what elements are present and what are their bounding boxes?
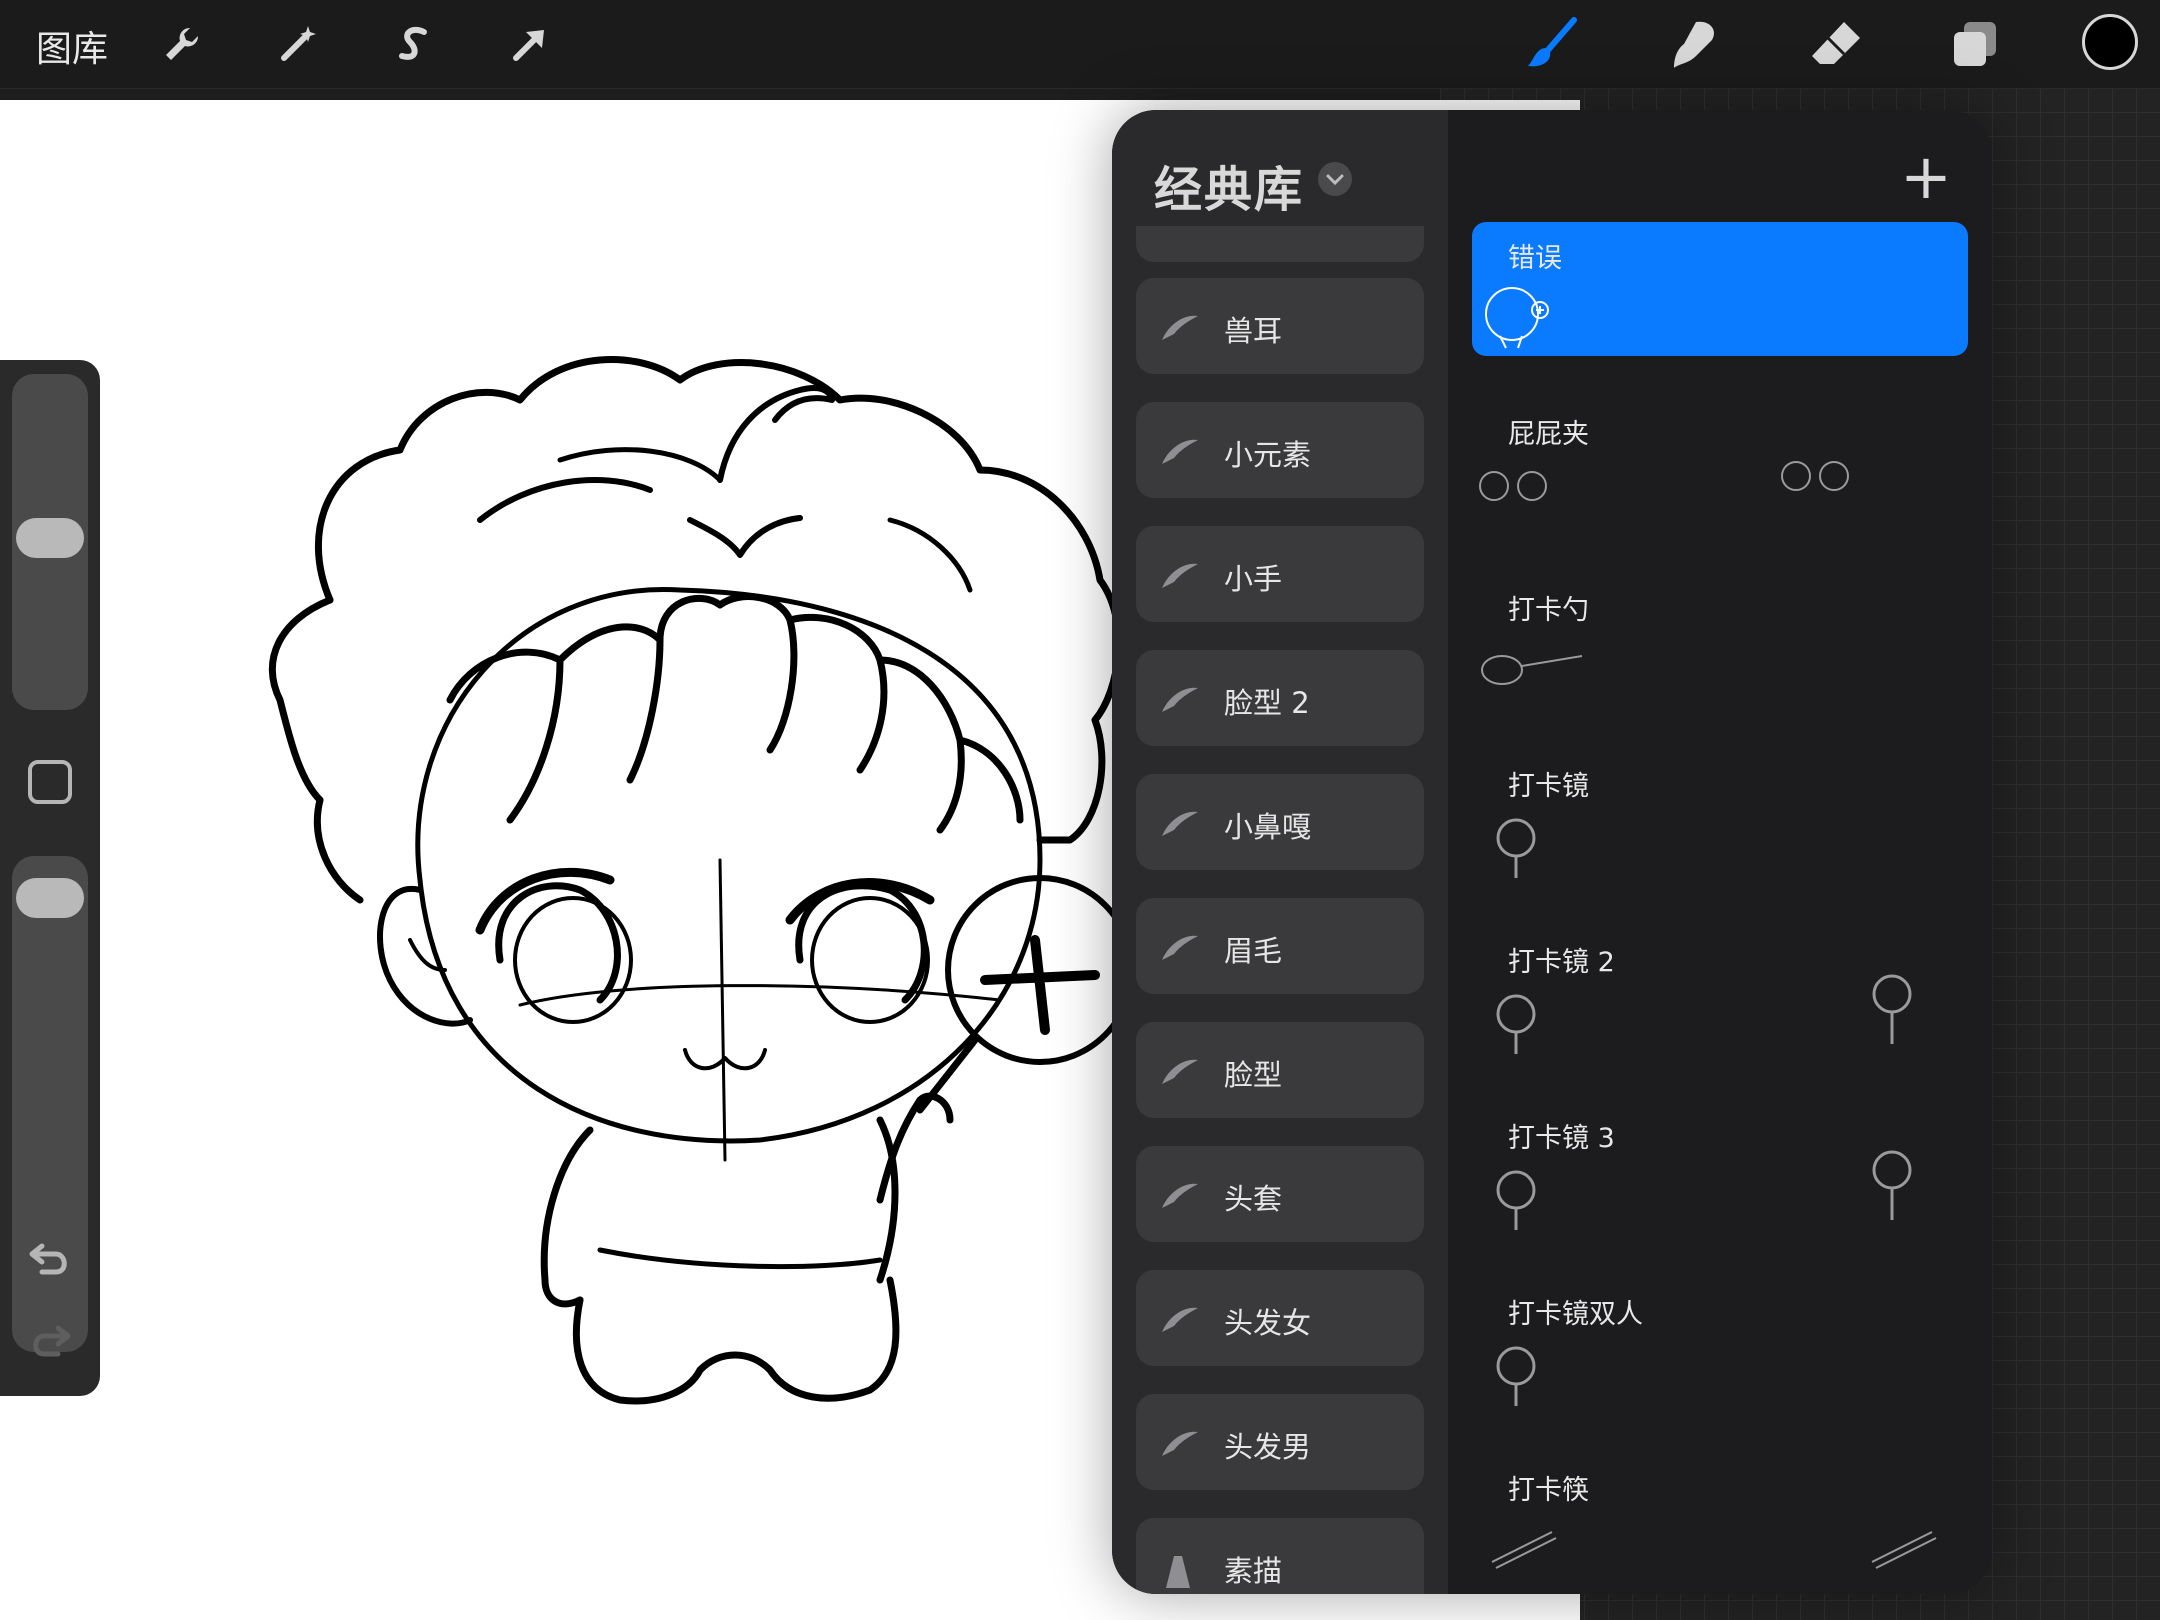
feather-icon — [1160, 932, 1200, 966]
brush-item[interactable]: 打卡筷 — [1472, 1454, 1968, 1588]
brush-stroke-preview — [1472, 622, 1968, 702]
arrow-cursor-icon[interactable] — [500, 14, 560, 74]
brush-item[interactable]: 打卡镜双人 — [1472, 1278, 1968, 1412]
brush-size-slider[interactable] — [12, 374, 88, 710]
brush-set-label: 头套 — [1224, 1182, 1283, 1216]
panel-title: 经典库 — [1154, 162, 1305, 218]
brush-item[interactable]: 打卡镜 — [1472, 750, 1968, 884]
brush-item[interactable]: 打卡镜 2 — [1472, 926, 1968, 1060]
brush-stroke-preview — [1472, 1326, 1968, 1406]
brush-set-label: 脸型 2 — [1224, 686, 1310, 720]
brush-set-label: 小元素 — [1224, 438, 1312, 472]
brush-stroke-preview — [1472, 446, 1968, 526]
feather-icon — [1160, 1428, 1200, 1462]
brush-set-label: 头发男 — [1224, 1430, 1312, 1464]
gallery-button[interactable]: 图库 — [36, 20, 108, 72]
brush-set-item[interactable]: 兽耳 — [1136, 278, 1424, 374]
magic-wand-icon[interactable] — [268, 14, 328, 74]
brush-library-panel: 经典库 + 兽耳 小元素 小手 脸型 2 小鼻嘎 眉毛 脸型 头套 头发女 头发… — [1112, 110, 1992, 1594]
brush-set-label: 小手 — [1224, 562, 1283, 596]
brush-item[interactable]: 屁屁夹 — [1472, 398, 1968, 532]
feather-icon — [1160, 436, 1200, 470]
brush-set-item[interactable]: 头套 — [1136, 1146, 1424, 1242]
brush-stroke-preview — [1472, 974, 1968, 1054]
redo-icon[interactable] — [28, 1322, 72, 1366]
brush-set-item[interactable]: 小元素 — [1136, 402, 1424, 498]
brush-set-label: 眉毛 — [1224, 934, 1283, 968]
brush-set-item[interactable]: 素描 — [1136, 1518, 1424, 1594]
brush-icon[interactable] — [1522, 14, 1582, 74]
brush-stroke-preview — [1472, 1150, 1968, 1230]
feather-icon — [1160, 312, 1200, 346]
brush-set-item[interactable]: 头发男 — [1136, 1394, 1424, 1490]
feather-icon — [1160, 808, 1200, 842]
smudge-icon[interactable] — [1664, 14, 1724, 74]
feather-icon — [1160, 1180, 1200, 1214]
brush-set-label: 兽耳 — [1224, 314, 1283, 348]
brush-item[interactable]: 打卡镜 3 — [1472, 1102, 1968, 1236]
color-swatch-button[interactable] — [2082, 14, 2138, 70]
add-brush-button[interactable]: + — [1900, 146, 1952, 208]
brush-stroke-preview — [1472, 270, 1968, 350]
brush-set-label: 小鼻嘎 — [1224, 810, 1312, 844]
eraser-icon[interactable] — [1806, 14, 1866, 74]
brush-set-item[interactable]: 小鼻嘎 — [1136, 774, 1424, 870]
wrench-icon[interactable] — [152, 14, 212, 74]
modify-square-button[interactable] — [28, 760, 72, 804]
feather-icon — [1160, 1056, 1200, 1090]
pencil-icon — [1160, 1552, 1200, 1594]
brush-set-item[interactable]: 脸型 — [1136, 1022, 1424, 1118]
feather-icon — [1160, 560, 1200, 594]
feather-icon — [1160, 1304, 1200, 1338]
layers-icon[interactable] — [1944, 14, 2004, 74]
brush-set-label: 脸型 — [1224, 1058, 1283, 1092]
top-toolbar: 图库 — [0, 0, 2160, 89]
left-sidebar — [0, 360, 100, 1396]
undo-icon[interactable] — [28, 1240, 72, 1284]
brush-set-label: 素描 — [1224, 1554, 1283, 1588]
brush-set-item[interactable]: 小手 — [1136, 526, 1424, 622]
feather-icon — [1160, 684, 1200, 718]
brush-set-label: 头发女 — [1224, 1306, 1312, 1340]
chevron-down-icon[interactable] — [1318, 162, 1352, 196]
brush-size-thumb[interactable] — [16, 518, 84, 558]
brush-list: 错误 屁屁夹 打卡勺 打卡镜 打卡镜 2 打卡镜 3 打卡镜双人 打卡筷 — [1472, 222, 1968, 1594]
brush-set-item[interactable]: 脸型 2 — [1136, 650, 1424, 746]
brush-set-item[interactable]: 眉毛 — [1136, 898, 1424, 994]
selection-s-icon[interactable] — [384, 14, 444, 74]
opacity-thumb[interactable] — [16, 878, 84, 918]
brush-stroke-preview — [1472, 1502, 1968, 1582]
brush-stroke-preview — [1472, 798, 1968, 878]
brush-item[interactable]: 打卡勺 — [1472, 574, 1968, 708]
brush-set-item-partial[interactable] — [1136, 226, 1424, 262]
brush-item-selected[interactable]: 错误 — [1472, 222, 1968, 356]
brush-set-item[interactable]: 头发女 — [1136, 1270, 1424, 1366]
